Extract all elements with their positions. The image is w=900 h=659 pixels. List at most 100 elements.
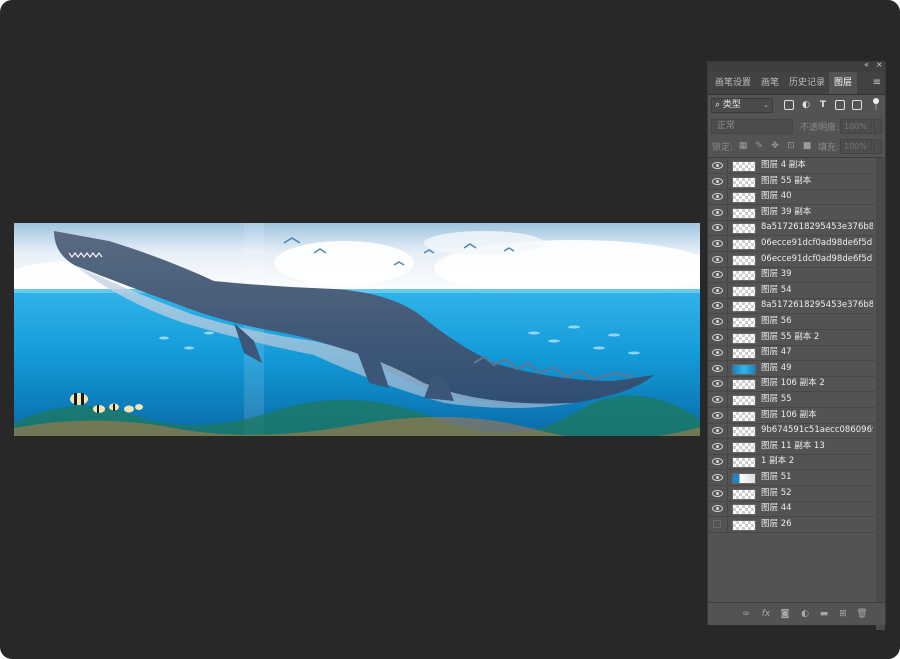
blend-mode-select[interactable]: 正常 (711, 119, 793, 134)
layer-name[interactable]: 图层 49 (761, 361, 873, 376)
link-layers-icon[interactable]: ∞ (740, 608, 752, 620)
eye-icon[interactable] (712, 457, 723, 466)
layer-name[interactable]: 图层 4 副本 (761, 158, 873, 173)
lock-all-icon[interactable]: ■ (802, 141, 812, 151)
layer-name[interactable]: 图层 55 副本 (761, 174, 873, 189)
eye-icon[interactable] (712, 317, 723, 325)
fill-field[interactable]: 100% (840, 139, 872, 154)
layer-list-scrollbar[interactable] (876, 158, 885, 630)
filter-kind-select[interactable]: ⌕ 类型 ⌄ (711, 98, 773, 113)
tab-history[interactable]: 历史记录 (784, 72, 830, 94)
layer-row[interactable]: 图层 55 副本 2 (708, 329, 875, 346)
eye-icon[interactable] (712, 270, 723, 279)
eye-icon[interactable] (712, 286, 723, 294)
layer-row[interactable]: 图层 39 (708, 267, 875, 284)
eye-icon[interactable] (712, 161, 723, 169)
lock-artboard-icon[interactable]: ⊡ (786, 141, 796, 151)
eye-icon[interactable] (712, 333, 723, 341)
eye-icon[interactable] (712, 208, 723, 216)
layer-row[interactable]: 图层 4 副本 (708, 158, 875, 174)
tab-layers[interactable]: 图层 (829, 72, 857, 94)
layer-name[interactable]: 图层 56 (761, 314, 873, 329)
eye-icon[interactable] (712, 348, 723, 357)
layer-row[interactable]: 图层 52 (708, 485, 875, 502)
layer-name[interactable]: 图层 39 副本 (761, 205, 873, 220)
layer-name[interactable]: 06ecce91dcf0ad98de6f5d1... (761, 236, 873, 251)
layer-row[interactable]: 图层 55 (708, 392, 875, 408)
layer-name[interactable]: 图层 26 (761, 517, 873, 532)
layer-name[interactable]: 图层 106 副本 (761, 408, 873, 423)
fill-dropdown[interactable] (873, 139, 882, 154)
eye-icon[interactable] (712, 301, 723, 310)
document-canvas[interactable] (14, 223, 700, 436)
layer-name[interactable]: 图层 106 副本 2 (761, 376, 873, 391)
visibility-off-icon[interactable] (713, 519, 721, 528)
layer-name[interactable]: 06ecce91dcf0ad98de6f5d1... (761, 252, 873, 267)
image-filter-icon[interactable] (784, 100, 794, 110)
layer-row[interactable]: 图层 39 副本 (708, 204, 875, 221)
eye-icon[interactable] (712, 473, 723, 481)
eye-icon[interactable] (712, 255, 723, 263)
lock-transparent-icon[interactable]: ▦ (738, 141, 748, 151)
delete-icon[interactable]: 🗑 (856, 608, 868, 620)
layer-row[interactable]: 图层 11 副本 13 (708, 438, 875, 455)
fx-icon[interactable]: fx (760, 608, 772, 620)
text-filter-icon[interactable]: T (818, 100, 828, 110)
layer-name[interactable]: 1 副本 2 (761, 454, 873, 469)
lock-brush-icon[interactable]: ✎ (754, 141, 764, 151)
layer-name[interactable]: 图层 47 (761, 345, 873, 360)
layer-row[interactable]: 9b674591c51aecc0860969... (708, 423, 875, 440)
layer-row[interactable]: 图层 40 (708, 189, 875, 206)
layer-row[interactable]: 图层 56 (708, 314, 875, 330)
new-layer-icon[interactable]: ⊞ (837, 608, 849, 620)
opacity-field[interactable]: 100% (840, 119, 872, 134)
opacity-dropdown[interactable] (873, 119, 882, 134)
eye-icon[interactable] (712, 364, 723, 372)
tab-brush[interactable]: 画笔 (756, 72, 784, 94)
layer-row[interactable]: 06ecce91dcf0ad98de6f5d1... (708, 236, 875, 252)
layer-row[interactable]: 06ecce91dcf0ad98de6f5d1... (708, 251, 875, 268)
layer-name[interactable]: 8a5172618295453e376b8f... (761, 298, 873, 313)
eye-icon[interactable] (712, 442, 723, 450)
eye-icon[interactable] (712, 223, 723, 232)
eye-icon[interactable] (712, 192, 723, 201)
eye-icon[interactable] (712, 426, 723, 435)
eye-icon[interactable] (712, 504, 723, 513)
adjustment-filter-icon[interactable]: ◐ (801, 100, 811, 110)
collapse-panel-icon[interactable]: « (864, 60, 869, 69)
new-group-icon[interactable]: ▬ (818, 608, 830, 620)
layer-row[interactable]: 8a5172618295453e376b8f... (708, 220, 875, 237)
layer-name[interactable]: 图层 55 (761, 392, 873, 407)
layer-name[interactable]: 图层 51 (761, 470, 873, 485)
eye-icon[interactable] (712, 379, 723, 388)
layer-name[interactable]: 图层 55 副本 2 (761, 330, 873, 345)
adjustment-layer-icon[interactable]: ◐ (799, 608, 811, 620)
layer-row[interactable]: 图层 51 (708, 470, 875, 486)
layer-row[interactable]: 图层 55 副本 (708, 173, 875, 190)
lock-move-icon[interactable]: ✥ (770, 141, 780, 151)
layer-row[interactable]: 图层 106 副本 2 (708, 376, 875, 393)
layer-name[interactable]: 9b674591c51aecc0860969... (761, 423, 873, 438)
layer-row[interactable]: 1 副本 2 (708, 454, 875, 471)
eye-icon[interactable] (712, 489, 723, 497)
add-mask-icon[interactable]: ◙ (779, 608, 791, 620)
layer-name[interactable]: 图层 54 (761, 283, 873, 298)
filter-toggle[interactable] (873, 98, 879, 110)
eye-icon[interactable] (712, 239, 723, 247)
eye-icon[interactable] (712, 177, 723, 185)
layer-name[interactable]: 图层 44 (761, 501, 873, 516)
layer-name[interactable]: 图层 52 (761, 486, 873, 501)
layer-row[interactable]: 图层 49 (708, 360, 875, 377)
layer-name[interactable]: 图层 11 副本 13 (761, 439, 873, 454)
close-icon[interactable]: × (876, 60, 883, 69)
tab-brush-settings[interactable]: 画笔设置 (710, 72, 756, 94)
layer-row[interactable]: 图层 106 副本 (708, 407, 875, 424)
layer-row[interactable]: 图层 26 (708, 516, 875, 533)
layer-row[interactable]: 图层 47 (708, 345, 875, 362)
smart-object-filter-icon[interactable] (852, 100, 862, 110)
layer-name[interactable]: 8a5172618295453e376b8f... (761, 220, 873, 235)
layer-name[interactable]: 图层 40 (761, 189, 873, 204)
eye-icon[interactable] (712, 411, 723, 419)
eye-icon[interactable] (712, 395, 723, 403)
layer-row[interactable]: 图层 44 (708, 501, 875, 518)
